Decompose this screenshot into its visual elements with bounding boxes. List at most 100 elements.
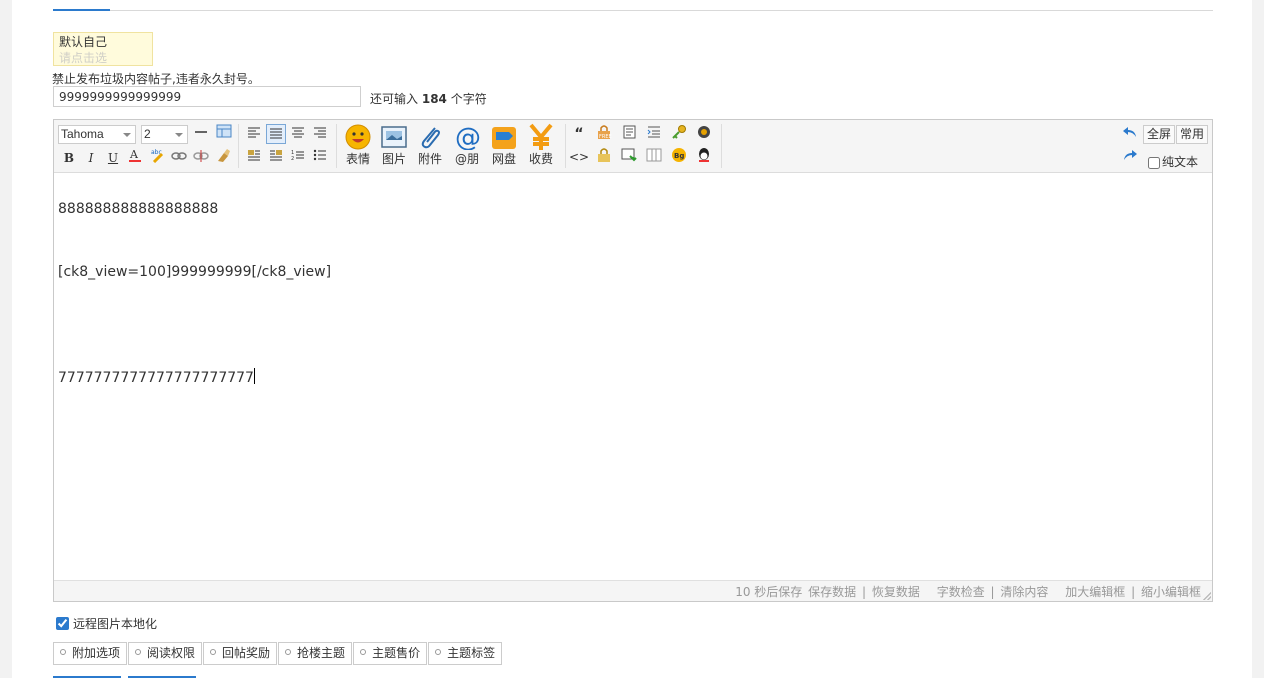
free-content-icon[interactable]: FREE <box>594 124 614 144</box>
image-label: 图片 <box>381 152 406 166</box>
clear-content-link[interactable]: 清除内容 <box>1000 585 1048 599</box>
unordered-list-icon[interactable] <box>310 147 330 167</box>
tab-thread-tags[interactable]: 主题标签 <box>428 642 503 665</box>
tab-extra-options[interactable]: 附加选项 <box>53 642 128 665</box>
paid-label: 收费 <box>528 152 553 166</box>
chevron-down-icon <box>123 133 131 137</box>
download-icon[interactable] <box>619 147 639 167</box>
tab-thread-price[interactable]: 主题售价 <box>353 642 428 665</box>
resize-grip-icon[interactable] <box>1203 592 1211 600</box>
link-icon[interactable] <box>169 148 189 168</box>
subject-input[interactable] <box>53 86 361 107</box>
tab-read-permission[interactable]: 阅读权限 <box>128 642 203 665</box>
editor-toolbar: Tahoma 2 B I U A abc 12 表情 图片 附件 @ @朋 网盘… <box>54 120 1212 173</box>
sticky-line1: 默认自己 <box>59 35 108 49</box>
attachment-button[interactable]: 附件 <box>412 122 448 170</box>
mention-label: @朋 <box>454 152 479 166</box>
image-button[interactable]: 图片 <box>376 122 412 170</box>
emoticon-button[interactable]: 表情 <box>340 122 376 170</box>
circle-icon <box>435 649 442 655</box>
netdisk-icon <box>486 122 522 152</box>
at-icon: @ <box>449 122 485 152</box>
float-left-icon[interactable] <box>244 147 264 167</box>
svg-text:@: @ <box>455 124 480 150</box>
statusbar-divider: | <box>1131 585 1136 599</box>
font-color-icon[interactable]: A <box>125 147 145 167</box>
statusbar-divider: | <box>861 585 867 599</box>
hide-content-icon[interactable] <box>594 147 614 167</box>
plain-text-checkbox[interactable] <box>1148 156 1160 169</box>
unlink-icon[interactable] <box>191 148 211 168</box>
font-size-select[interactable]: 2 <box>141 125 188 144</box>
tab-label: 附加选项 <box>72 646 121 660</box>
content-line-3-wrap: 7777777777777777777777 <box>58 368 255 386</box>
underline-icon[interactable]: U <box>103 148 123 168</box>
content-line-3: 7777777777777777777777 <box>58 370 254 386</box>
tab-floor-grab[interactable]: 抢楼主题 <box>278 642 353 665</box>
posting-notice: 禁止发布垃圾内容帖子,违者永久封号。 <box>52 72 260 86</box>
flash-icon[interactable] <box>694 124 714 144</box>
align-right-icon[interactable] <box>310 124 330 144</box>
save-data-link[interactable]: 保存数据 <box>808 585 856 599</box>
tab-label: 阅读权限 <box>147 646 196 660</box>
shrink-editor-link[interactable]: 缩小编辑框 <box>1141 585 1201 599</box>
remote-image-label: 远程图片本地化 <box>73 617 158 631</box>
align-center-icon[interactable] <box>288 124 308 144</box>
tab-divider <box>53 10 1213 11</box>
emoticon-label: 表情 <box>345 152 370 166</box>
text-cursor <box>253 368 255 384</box>
chevron-down-icon <box>175 133 183 137</box>
netdisk-label: 网盘 <box>491 152 516 166</box>
quote-icon[interactable]: “ <box>569 124 589 144</box>
align-justify-icon[interactable] <box>266 124 286 144</box>
circle-icon <box>360 649 367 655</box>
extra-options-tabs: 附加选项 阅读权限 回帖奖励 抢楼主题 主题售价 主题标签 <box>53 642 503 665</box>
qq-icon[interactable] <box>694 147 714 167</box>
common-mode-button[interactable]: 常用 <box>1176 125 1209 144</box>
remain-suffix: 个字符 <box>450 92 487 106</box>
redo-icon[interactable] <box>1120 148 1140 168</box>
tab-label: 回帖奖励 <box>222 646 271 660</box>
index-icon[interactable] <box>644 124 664 144</box>
tab-label: 抢楼主题 <box>297 646 346 660</box>
yen-icon <box>523 122 559 152</box>
paperclip-icon <box>412 122 448 152</box>
remote-image-option[interactable]: 远程图片本地化 <box>56 615 157 632</box>
word-count-link[interactable]: 字数检查 <box>937 585 985 599</box>
size-value: 2 <box>144 127 151 141</box>
mention-button[interactable]: @ @朋 <box>449 122 485 170</box>
hr-icon[interactable] <box>191 124 211 144</box>
plain-text-toggle[interactable]: 纯文本 <box>1148 153 1198 170</box>
rich-text-editor: Tahoma 2 B I U A abc 12 表情 图片 附件 @ @朋 网盘… <box>53 119 1213 602</box>
content-line-2: [ck8_view=100]999999999[/ck8_view] <box>58 264 332 280</box>
bg-color-icon[interactable]: abc <box>147 147 167 167</box>
italic-icon[interactable]: I <box>81 148 101 168</box>
font-family-select[interactable]: Tahoma <box>58 125 136 144</box>
remain-count: 184 <box>421 92 447 106</box>
bold-icon[interactable]: B <box>59 148 79 168</box>
enlarge-editor-link[interactable]: 加大编辑框 <box>1065 585 1125 599</box>
table-icon[interactable] <box>214 124 234 144</box>
fullscreen-button[interactable]: 全屏 <box>1143 125 1176 144</box>
toolbar-separator <box>336 124 337 168</box>
code-icon[interactable]: <> <box>569 147 589 167</box>
paid-button[interactable]: 收费 <box>523 122 559 170</box>
circle-icon <box>210 649 217 655</box>
clear-format-icon[interactable] <box>213 147 233 167</box>
background-icon[interactable]: Bg <box>669 147 689 167</box>
float-right-icon[interactable] <box>266 147 286 167</box>
attachment-label: 附件 <box>417 152 442 166</box>
key-icon[interactable] <box>669 124 689 144</box>
ordered-list-icon[interactable]: 12 <box>288 147 308 167</box>
sticky-note[interactable]: 默认自己 请点击选 <box>53 32 153 66</box>
columns-icon[interactable] <box>644 147 664 167</box>
tab-label: 主题售价 <box>372 646 421 660</box>
page-icon[interactable] <box>619 124 639 144</box>
post-form: 默认自己 请点击选 禁止发布垃圾内容帖子,违者永久封号。 还可输入 184 个字… <box>12 0 1252 678</box>
align-left-icon[interactable] <box>244 124 264 144</box>
undo-icon[interactable] <box>1120 125 1140 145</box>
remote-image-checkbox[interactable] <box>56 617 69 630</box>
netdisk-button[interactable]: 网盘 <box>486 122 522 170</box>
restore-data-link[interactable]: 恢复数据 <box>872 585 920 599</box>
tab-reply-reward[interactable]: 回帖奖励 <box>203 642 278 665</box>
